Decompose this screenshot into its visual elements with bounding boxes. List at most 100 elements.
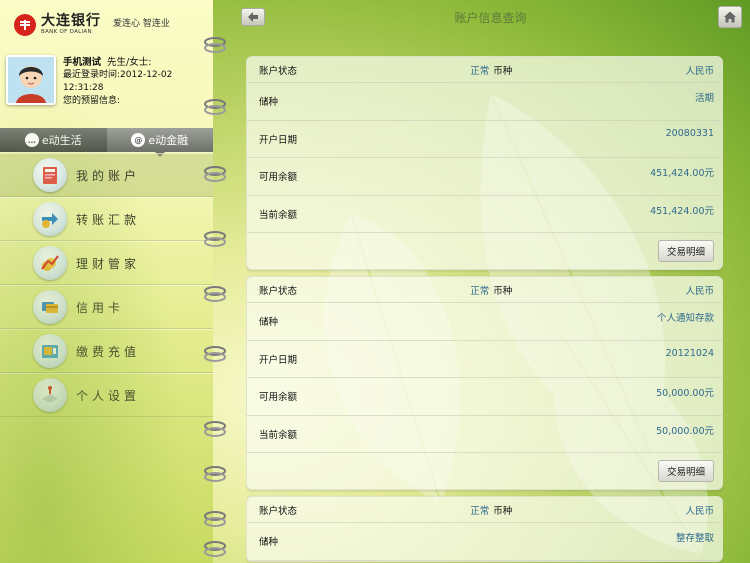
side-menu: 我的账户 转账汇款 理财管家 信用卡 缴费充值 个人设置	[0, 153, 213, 417]
account-status-label: 账户状态	[259, 285, 298, 297]
deposit-type-row: 储种 活期	[247, 83, 722, 121]
menu-item-settings[interactable]: 个人设置	[0, 373, 213, 417]
last-login: 最近登录时间:2012-12-02	[63, 69, 208, 82]
avatar[interactable]	[6, 55, 56, 105]
back-arrow-icon	[248, 12, 258, 22]
menu-item-payment[interactable]: 缴费充值	[0, 329, 213, 373]
deposit-type-value: 活期	[694, 93, 714, 104]
available-balance-value: 50,000.00元	[656, 388, 714, 399]
user-salutation: 先生/女士:	[107, 57, 152, 68]
open-date-value: 20080331	[665, 127, 714, 139]
tab-bar: … e动生活 @ e动金融	[0, 128, 213, 157]
user-card: 手机测试 先生/女士: 最近登录时间:2012-12-02 12:31:28 您的…	[6, 55, 206, 113]
bill-payment-icon	[33, 334, 67, 368]
available-balance-label: 可用余额	[259, 172, 298, 184]
current-balance-row: 当前余额 451,424.00元	[247, 196, 722, 233]
transfer-icon	[33, 202, 67, 236]
current-balance-row: 当前余额 50,000.00元	[247, 416, 722, 453]
last-login-label: 最近登录时间:	[63, 70, 121, 80]
ring-icon	[201, 165, 229, 183]
account-status-label: 账户状态	[259, 65, 298, 77]
ring-icon	[201, 420, 229, 438]
menu-item-my-account[interactable]: 我的账户	[0, 153, 213, 197]
open-date-value: 20121024	[665, 347, 714, 359]
available-balance-row: 可用余额 451,424.00元	[247, 158, 722, 196]
currency-label: 币种	[493, 285, 513, 297]
current-balance-label: 当前余额	[259, 209, 298, 221]
transaction-detail-button[interactable]: 交易明细	[657, 460, 714, 482]
open-date-row: 开户日期 20080331	[247, 121, 722, 158]
deposit-type-value: 个人通知存款	[656, 313, 714, 324]
available-balance-value: 451,424.00元	[650, 168, 714, 179]
transaction-detail-button[interactable]: 交易明细	[657, 240, 714, 262]
user-avatar-icon	[8, 57, 54, 103]
brand: 大连银行 BANK OF DALIAN 爱连心 智连业	[14, 12, 170, 38]
user-name: 手机测试	[63, 57, 102, 68]
ring-icon	[201, 36, 229, 54]
account-status-value: 正常	[470, 285, 490, 297]
settings-icon	[33, 378, 67, 412]
currency-value: 人民币	[685, 65, 714, 77]
page-title: 账户信息查询	[454, 10, 527, 25]
account-status-value: 正常	[470, 505, 490, 517]
ring-icon	[201, 98, 229, 116]
current-balance-label: 当前余额	[259, 429, 298, 441]
ring-icon	[201, 540, 229, 558]
home-button[interactable]	[718, 6, 742, 28]
open-date-label: 开户日期	[259, 354, 298, 366]
deposit-type-label: 储种	[259, 97, 279, 109]
status-row: 账户状态 正常 币种 人民币	[247, 277, 722, 303]
menu-item-label: 个人设置	[76, 388, 141, 403]
open-date-label: 开户日期	[259, 134, 298, 146]
menu-item-label: 我的账户	[76, 168, 141, 183]
tab-e-finance-label: e动金融	[148, 134, 189, 147]
last-login-date: 2012-12-02	[120, 70, 173, 80]
coins-chart-icon	[33, 246, 67, 280]
card-footer: 交易明细	[247, 453, 722, 489]
account-card: 账户状态 正常 币种 人民币 储种 个人通知存款 开户日期 20121024 可用…	[246, 276, 723, 490]
bank-logo-icon	[14, 14, 36, 36]
tab-e-life[interactable]: … e动生活	[0, 128, 107, 152]
deposit-type-row: 储种 个人通知存款	[247, 303, 722, 341]
binder-rings	[201, 0, 231, 563]
tab-e-life-label: e动生活	[41, 134, 82, 147]
available-balance-label: 可用余额	[259, 392, 298, 404]
account-book-icon	[33, 158, 67, 192]
ring-icon	[201, 510, 229, 528]
card-footer: 交易明细	[247, 233, 722, 269]
menu-item-label: 转账汇款	[76, 212, 141, 227]
home-icon	[724, 11, 736, 23]
account-status-label: 账户状态	[259, 505, 298, 517]
chat-icon: …	[24, 133, 39, 147]
account-list[interactable]: 账户状态 正常 币种 人民币 储种 活期 开户日期 20080331 可用余额 4…	[246, 56, 723, 563]
open-date-row: 开户日期 20121024	[247, 341, 722, 378]
menu-item-label: 信用卡	[76, 300, 125, 315]
menu-item-label: 理财管家	[76, 256, 141, 271]
currency-label: 币种	[493, 65, 513, 77]
ring-icon	[201, 345, 229, 363]
tab-e-finance[interactable]: @ e动金融	[106, 128, 213, 157]
ring-icon	[201, 230, 229, 248]
back-button[interactable]	[241, 8, 265, 26]
status-row: 账户状态 正常 币种 人民币	[247, 497, 722, 523]
left-panel: 大连银行 BANK OF DALIAN 爱连心 智连业 手机测试 先生/女士: 最…	[0, 0, 213, 563]
top-bar: 账户信息查询	[231, 0, 750, 34]
brand-name-cn: 大连银行	[41, 13, 101, 30]
account-card: 账户状态 正常 币种 人民币 储种 活期 开户日期 20080331 可用余额 4…	[246, 56, 723, 270]
available-balance-row: 可用余额 50,000.00元	[247, 378, 722, 416]
ring-icon	[201, 285, 229, 303]
menu-item-credit-card[interactable]: 信用卡	[0, 285, 213, 329]
menu-item-transfer[interactable]: 转账汇款	[0, 197, 213, 241]
last-login-time: 12:31:28	[63, 83, 104, 93]
user-greeting: 手机测试 先生/女士:	[63, 56, 208, 69]
deposit-type-label: 储种	[259, 317, 279, 329]
brand-name-en: BANK OF DALIAN	[41, 29, 92, 36]
menu-item-label: 缴费充值	[76, 344, 141, 359]
currency-value: 人民币	[685, 505, 714, 517]
current-balance-value: 50,000.00元	[656, 425, 714, 437]
menu-item-wealth[interactable]: 理财管家	[0, 241, 213, 285]
brand-slogan: 爱连心 智连业	[113, 18, 170, 29]
currency-label: 币种	[493, 505, 513, 517]
currency-value: 人民币	[685, 285, 714, 297]
current-balance-value: 451,424.00元	[650, 205, 714, 217]
